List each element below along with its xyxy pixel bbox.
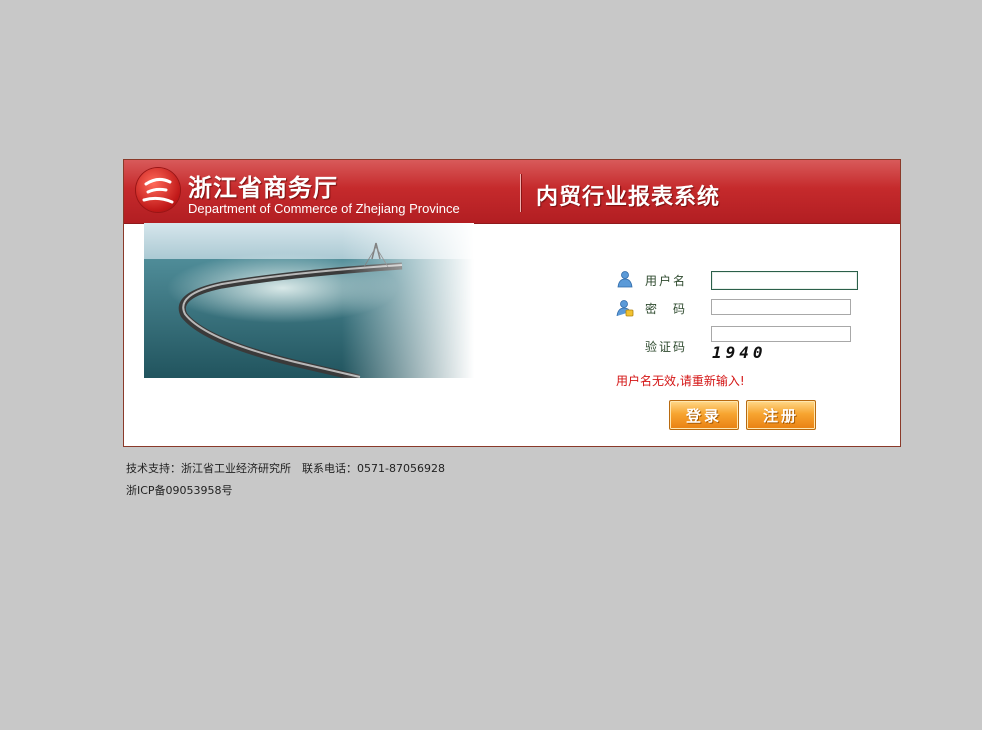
header-divider [520,174,521,212]
captcha-label: 验证码 [645,340,688,354]
department-logo [136,168,180,212]
captcha-image[interactable]: 1940 [712,343,767,362]
icp-info: 浙ICP备09053958号 [126,484,233,497]
system-title: 内贸行业报表系统 [536,185,721,210]
password-input[interactable] [711,299,851,315]
department-name-cn: 浙江省商务厅 [188,174,338,202]
username-label: 用户名 [645,274,688,288]
photo-fade-overlay [144,223,474,378]
bridge-photo [144,223,474,378]
department-name-en: Department of Commerce of Zhejiang Provi… [188,201,460,216]
support-info: 技术支持：浙江省工业经济研究所 联系电话：0571-87056928 [126,462,445,475]
header-banner: 浙江省商务厅 Department of Commerce of Zhejian… [124,160,900,224]
error-message: 用户名无效,请重新输入! [616,374,745,388]
register-button[interactable]: 注册 [746,400,816,430]
login-panel: 浙江省商务厅 Department of Commerce of Zhejian… [123,159,901,447]
user-icon [616,270,634,288]
captcha-input[interactable] [711,326,851,342]
password-label: 密 码 [645,302,688,316]
username-input[interactable] [711,271,858,290]
user-lock-icon [616,299,634,317]
login-button[interactable]: 登录 [669,400,739,430]
